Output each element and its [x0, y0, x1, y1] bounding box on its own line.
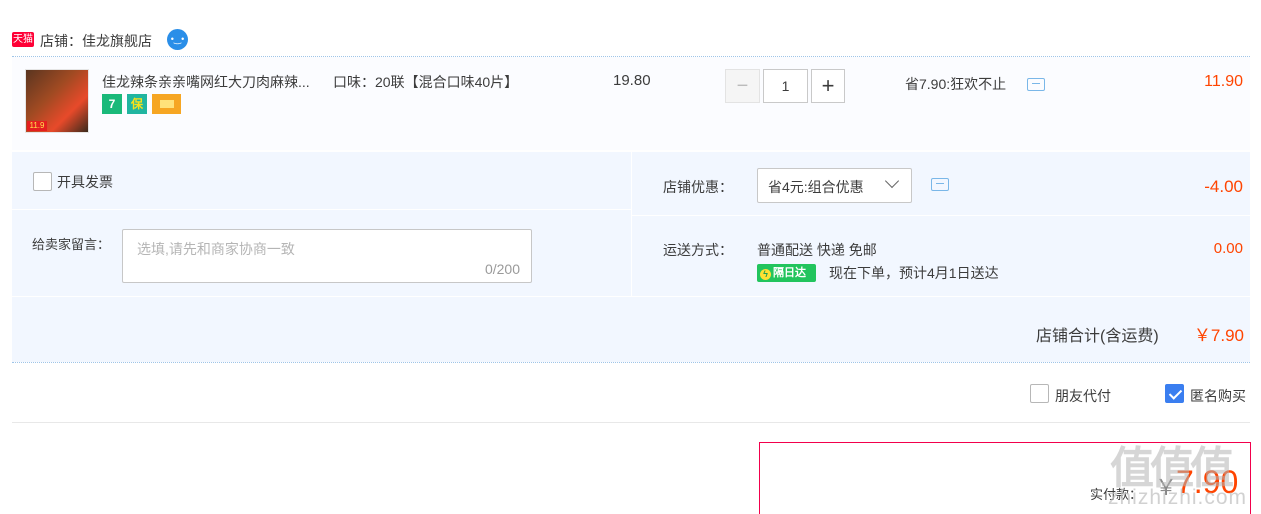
- wangwang-chat-icon[interactable]: •‿•: [167, 29, 188, 50]
- product-title-link[interactable]: 佳龙辣条亲亲嘴网红大刀肉麻辣...: [102, 72, 327, 92]
- seven-day-return-icon[interactable]: 7: [102, 94, 122, 114]
- friend-pay-label[interactable]: 朋友代付: [1055, 386, 1111, 406]
- quantity-decrease-button[interactable]: −: [725, 69, 760, 103]
- lightning-icon: ϟ: [760, 269, 771, 280]
- divider: [12, 209, 631, 210]
- tmall-badge: 天猫: [12, 32, 34, 47]
- anonymous-purchase-checkbox[interactable]: [1165, 384, 1184, 403]
- shop-discount-label: 店铺优惠：: [663, 179, 733, 195]
- watermark-text: zhizhizhi.com: [1108, 486, 1248, 509]
- shipping-eta: 现在下单，预计4月1日送达: [829, 265, 999, 281]
- shipping-label: 运送方式：: [663, 242, 733, 258]
- promotion-text: 省7.90:狂欢不止: [905, 76, 1007, 92]
- item-subtotal: 11.90: [1204, 73, 1243, 90]
- anonymous-purchase-label[interactable]: 匿名购买: [1190, 386, 1246, 406]
- unit-price: 19.80: [613, 72, 651, 89]
- quantity-input[interactable]: 1: [763, 69, 808, 103]
- invoice-checkbox[interactable]: [33, 172, 52, 191]
- invoice-label[interactable]: 开具发票: [57, 172, 113, 192]
- message-label: 给卖家留言：: [32, 237, 111, 252]
- product-sku: 口味：20联【混合口味40片】: [333, 74, 519, 90]
- shop-total-label: 店铺合计(含运费): [1036, 328, 1159, 345]
- message-placeholder: 选填,请先和商家协商一致: [137, 241, 295, 257]
- shipping-fee: 0.00: [1213, 240, 1243, 257]
- divider: [12, 296, 1250, 297]
- credit-card-icon[interactable]: [152, 94, 181, 114]
- shipping-method: 普通配送 快递 免邮: [757, 242, 877, 258]
- guarantee-icon[interactable]: 保: [127, 94, 147, 114]
- discount-comment-icon[interactable]: [931, 178, 949, 191]
- thumbnail-price-tag: 11.9: [27, 121, 47, 131]
- message-char-counter: 0/200: [484, 261, 520, 277]
- product-row: [12, 57, 1250, 150]
- shop-discount-amount: -4.00: [1204, 177, 1243, 196]
- shop-discount-selected[interactable]: 省4元:组合优惠: [768, 177, 864, 197]
- next-day-badge: ϟ 隔日达: [757, 264, 816, 282]
- divider: [632, 215, 1250, 216]
- divider: [12, 362, 1250, 363]
- shop-total-amount: ￥7.90: [1193, 326, 1244, 345]
- quantity-increase-button[interactable]: +: [811, 69, 845, 103]
- friend-pay-checkbox[interactable]: [1030, 384, 1049, 403]
- shop-name-link[interactable]: 店铺：佳龙旗舰店: [40, 31, 152, 51]
- next-day-badge-text: 隔日达: [773, 267, 806, 279]
- divider: [631, 152, 632, 297]
- divider: [12, 422, 1250, 423]
- promotion-comment-icon[interactable]: [1027, 78, 1045, 91]
